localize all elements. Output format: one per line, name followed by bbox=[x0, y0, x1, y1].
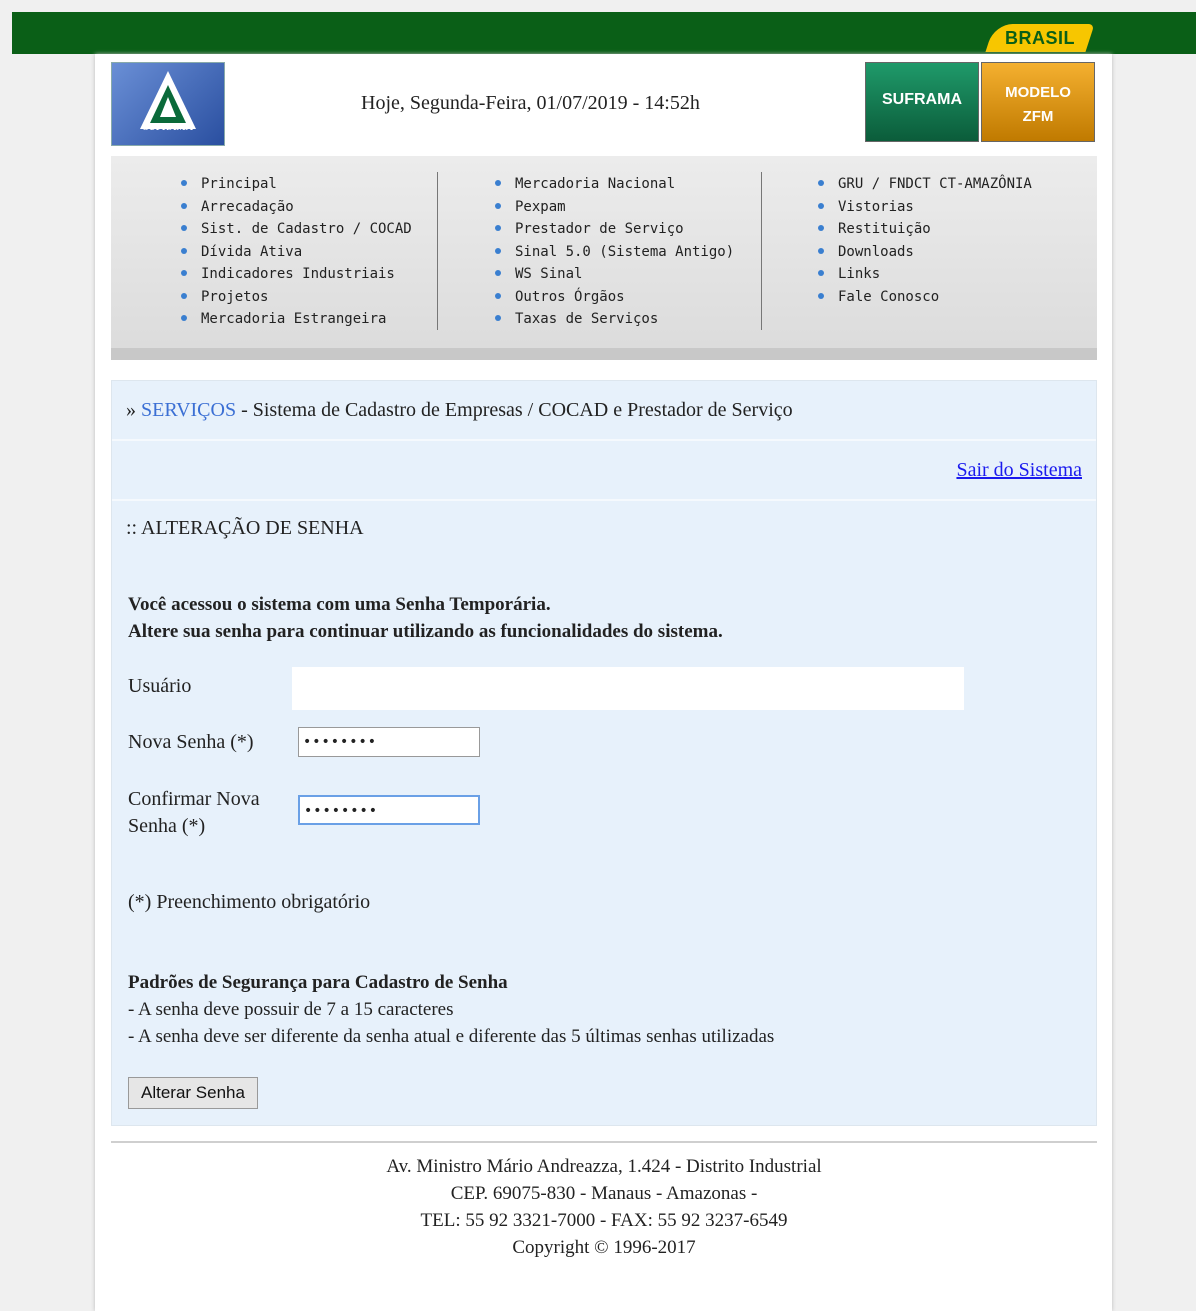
rule-history: - A senha deve ser diferente da senha at… bbox=[128, 1026, 775, 1047]
menu-item-arrecadacao[interactable]: Arrecadação bbox=[181, 197, 412, 220]
panel-divider bbox=[112, 439, 1096, 441]
notice-line-1: Você acessou o sistema com uma Senha Tem… bbox=[128, 594, 551, 615]
menu-column-3: GRU / FNDCT CT-AMAZÔNIA Vistorias Restit… bbox=[818, 174, 1032, 309]
menu-item-taxas[interactable]: Taxas de Serviços bbox=[495, 309, 734, 332]
breadcrumb: » SERVIÇOS - Sistema de Cadastro de Empr… bbox=[126, 399, 793, 422]
menu-item-gru[interactable]: GRU / FNDCT CT-AMAZÔNIA bbox=[818, 174, 1032, 197]
menu-item-mercadoria-estrangeira[interactable]: Mercadoria Estrangeira bbox=[181, 309, 412, 332]
brasil-tab[interactable]: BRASIL bbox=[985, 24, 1095, 52]
panel-divider bbox=[112, 499, 1096, 501]
menu-divider bbox=[437, 172, 438, 330]
current-date: Hoje, Segunda-Feira, 01/07/2019 - 14:52h bbox=[361, 92, 700, 114]
menu-item-projetos[interactable]: Projetos bbox=[181, 287, 412, 310]
modelo-line2: ZFM bbox=[1022, 108, 1054, 125]
footer: Av. Ministro Mário Andreazza, 1.424 - Di… bbox=[111, 1153, 1097, 1261]
menu-item-downloads[interactable]: Downloads bbox=[818, 242, 1032, 265]
menu-divider bbox=[761, 172, 762, 330]
temporary-password-notice: Você acessou o sistema com uma Senha Tem… bbox=[128, 591, 723, 645]
suframa-logo[interactable]: SUFRAMA bbox=[111, 62, 225, 146]
required-note: (*) Preenchimento obrigatório bbox=[128, 891, 371, 913]
menu-item-links[interactable]: Links bbox=[818, 264, 1032, 287]
rule-length: - A senha deve possuir de 7 a 15 caracte… bbox=[128, 999, 454, 1020]
menu-item-principal[interactable]: Principal bbox=[181, 174, 412, 197]
footer-address: Av. Ministro Mário Andreazza, 1.424 - Di… bbox=[386, 1156, 822, 1177]
breadcrumb-prefix: » bbox=[126, 399, 141, 421]
confirm-label-line-1: Confirmar Nova bbox=[128, 788, 260, 810]
new-password-label: Nova Senha (*) bbox=[128, 731, 254, 753]
menu-item-divida-ativa[interactable]: Dívida Ativa bbox=[181, 242, 412, 265]
user-label: Usuário bbox=[128, 675, 192, 697]
menu-item-outros-orgaos[interactable]: Outros Órgãos bbox=[495, 287, 734, 310]
notice-line-2: Altere sua senha para continuar utilizan… bbox=[128, 621, 723, 642]
confirm-password-label: Confirmar Nova Senha (*) bbox=[128, 786, 260, 840]
breadcrumb-section[interactable]: SERVIÇOS bbox=[141, 399, 236, 421]
menu-column-2: Mercadoria Nacional Pexpam Prestador de … bbox=[495, 174, 734, 332]
header: SUFRAMA Hoje, Segunda-Feira, 01/07/2019 … bbox=[111, 62, 1097, 146]
footer-copyright: Copyright © 1996-2017 bbox=[512, 1237, 696, 1258]
modelo-zfm-button[interactable]: MODELO ZFM bbox=[981, 62, 1095, 142]
confirm-password-input[interactable]: •••••••• bbox=[298, 795, 480, 825]
menu-item-indicadores[interactable]: Indicadores Industriais bbox=[181, 264, 412, 287]
logout-link[interactable]: Sair do Sistema bbox=[956, 459, 1082, 482]
menu-item-restituicao[interactable]: Restituição bbox=[818, 219, 1032, 242]
confirm-label-line-2: Senha (*) bbox=[128, 815, 206, 837]
user-field bbox=[292, 667, 964, 710]
modelo-line1: MODELO bbox=[1005, 84, 1071, 101]
change-password-button[interactable]: Alterar Senha bbox=[128, 1077, 258, 1109]
section-title: :: ALTERAÇÃO DE SENHA bbox=[126, 517, 364, 539]
brasil-label: BRASIL bbox=[1005, 28, 1075, 48]
menu-item-ws-sinal[interactable]: WS Sinal bbox=[495, 264, 734, 287]
suframa-button[interactable]: SUFRAMA bbox=[865, 62, 979, 142]
breadcrumb-rest: - Sistema de Cadastro de Empresas / COCA… bbox=[236, 399, 793, 421]
menu-item-prestador[interactable]: Prestador de Serviço bbox=[495, 219, 734, 242]
logo-wordmark: SUFRAMA bbox=[143, 122, 193, 133]
main-menu: Principal Arrecadação Sist. de Cadastro … bbox=[111, 156, 1097, 360]
footer-divider bbox=[111, 1141, 1097, 1143]
footer-phone: TEL: 55 92 3321-7000 - FAX: 55 92 3237-6… bbox=[420, 1210, 788, 1231]
password-change-panel: » SERVIÇOS - Sistema de Cadastro de Empr… bbox=[111, 380, 1097, 1126]
new-password-input[interactable]: •••••••• bbox=[298, 727, 480, 757]
menu-item-fale-conosco[interactable]: Fale Conosco bbox=[818, 287, 1032, 310]
page-container: SUFRAMA Hoje, Segunda-Feira, 01/07/2019 … bbox=[95, 54, 1112, 1311]
menu-column-1: Principal Arrecadação Sist. de Cadastro … bbox=[181, 174, 412, 332]
menu-item-cocad[interactable]: Sist. de Cadastro / COCAD bbox=[181, 219, 412, 242]
menu-item-pexpam[interactable]: Pexpam bbox=[495, 197, 734, 220]
menu-item-vistorias[interactable]: Vistorias bbox=[818, 197, 1032, 220]
footer-cep: CEP. 69075-830 - Manaus - Amazonas - bbox=[450, 1183, 758, 1204]
password-rules: Padrões de Segurança para Cadastro de Se… bbox=[128, 969, 774, 1050]
menu-item-mercadoria-nacional[interactable]: Mercadoria Nacional bbox=[495, 174, 734, 197]
rules-title: Padrões de Segurança para Cadastro de Se… bbox=[128, 972, 508, 993]
menu-item-sinal[interactable]: Sinal 5.0 (Sistema Antigo) bbox=[495, 242, 734, 265]
